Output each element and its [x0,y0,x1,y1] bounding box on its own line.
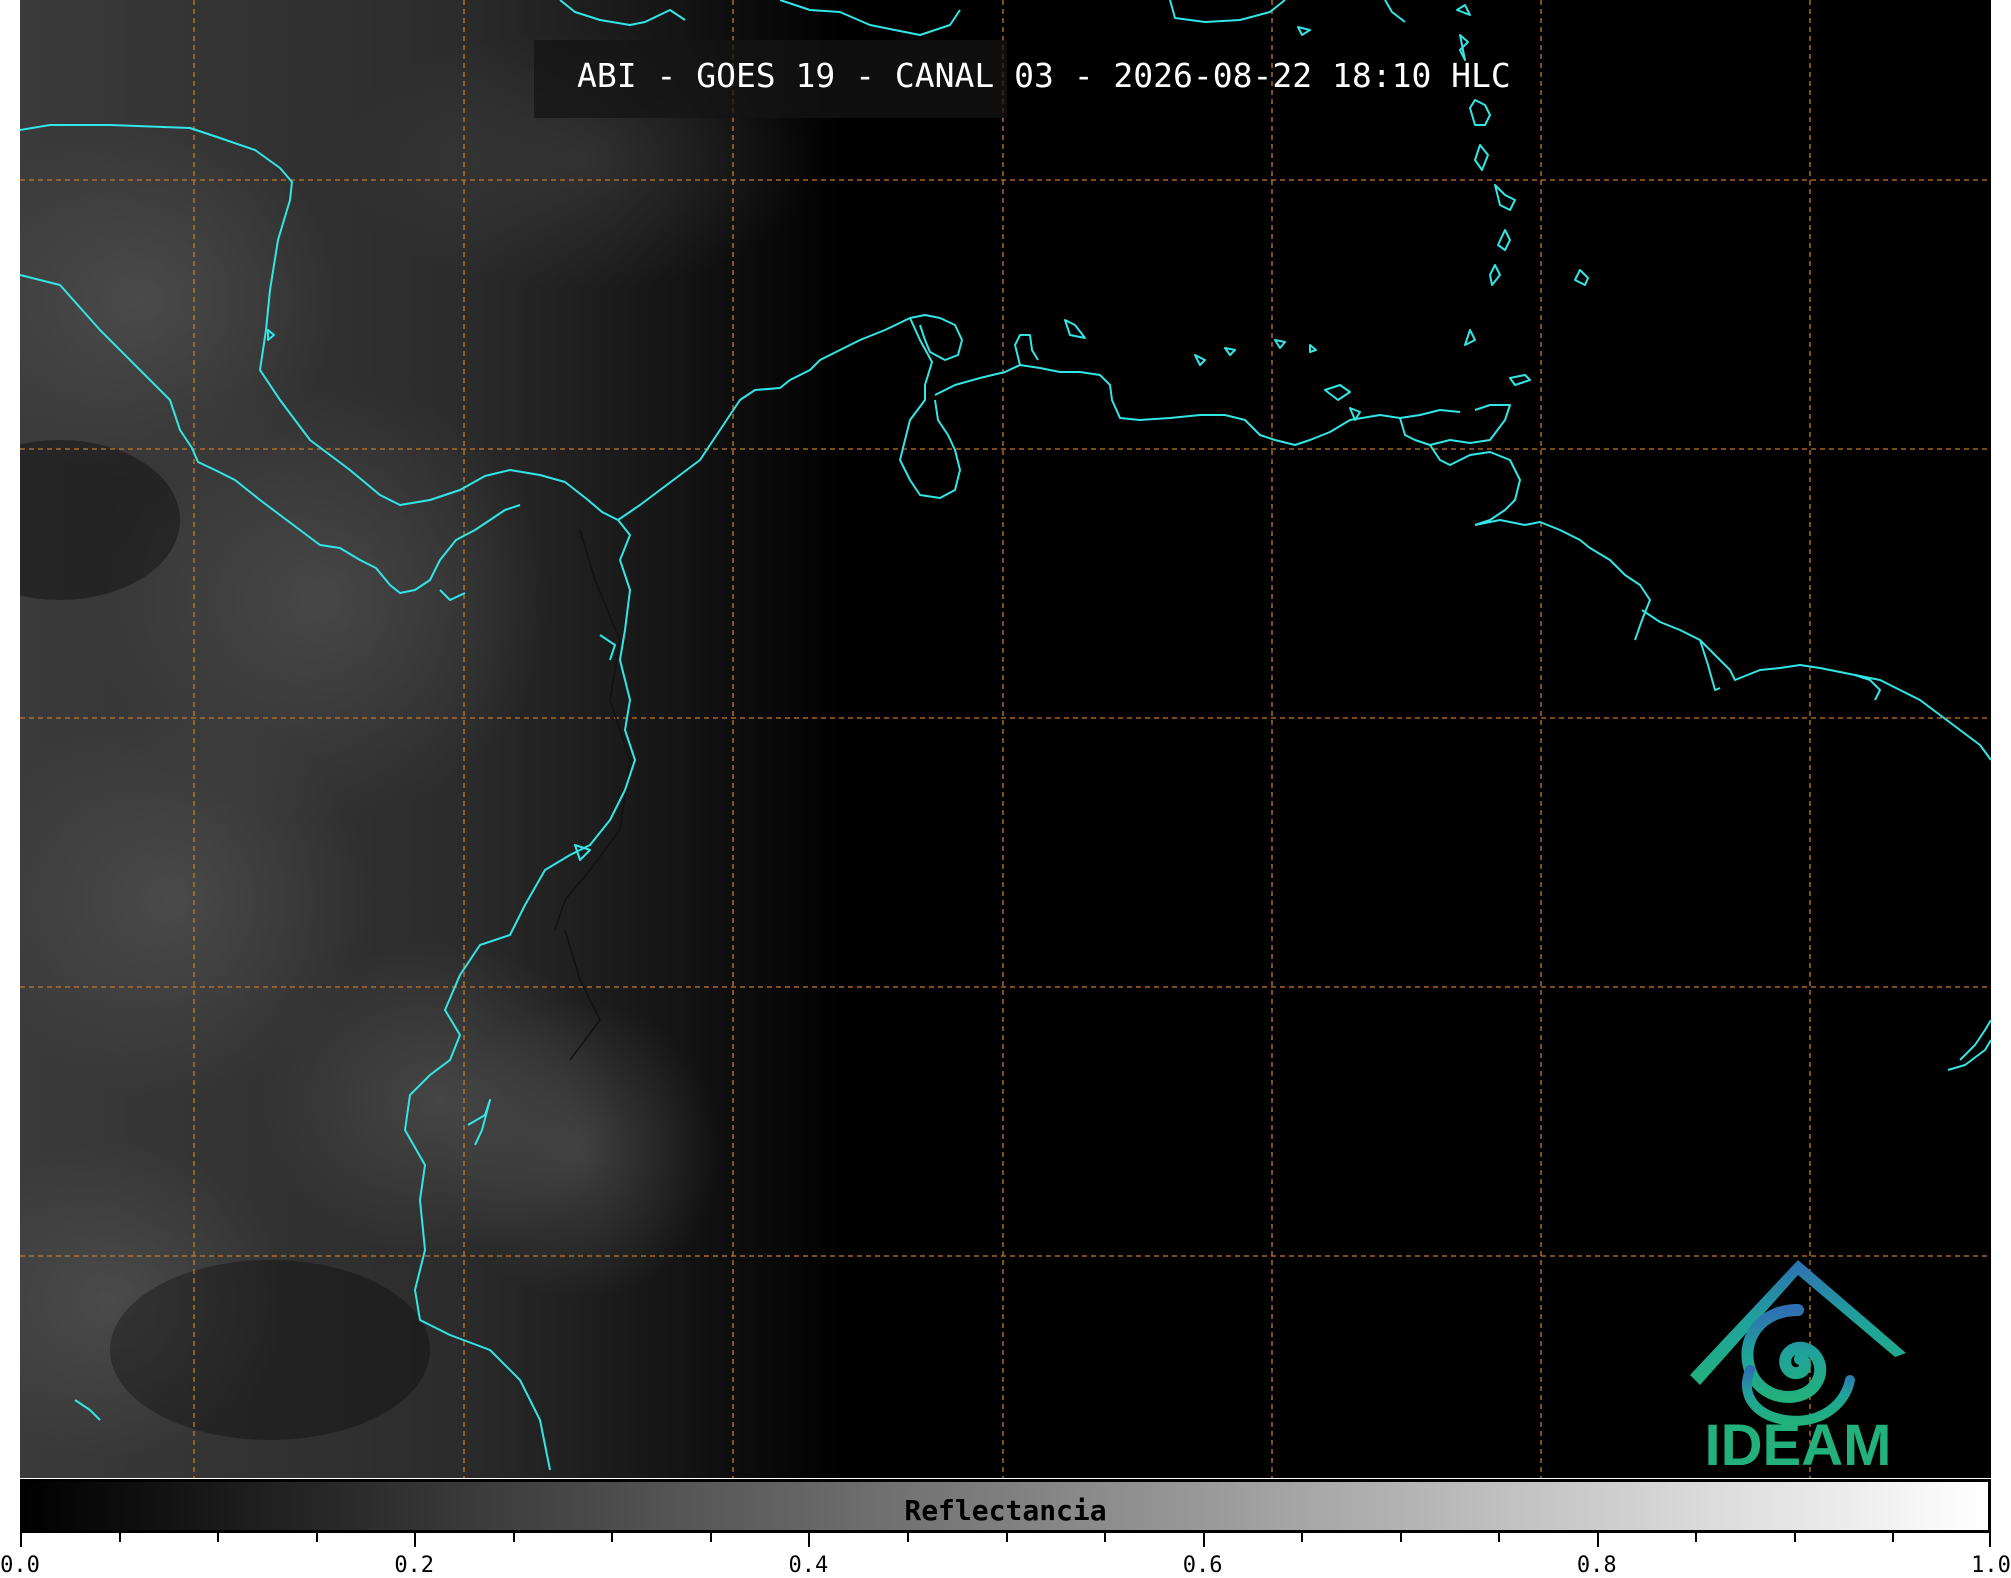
colorbar-minor-tick [611,1533,614,1542]
colorbar-tick-label: 0.2 [394,1553,435,1578]
colorbar-major-tick [414,1533,417,1547]
colorbar-minor-tick [1301,1533,1304,1542]
colorbar-minor-tick [1104,1533,1107,1542]
colorbar-tick-label: 0.6 [1182,1553,1223,1578]
colorbar-major-tick [1202,1533,1205,1547]
satellite-map: ABI - GOES 19 - CANAL 03 - 2026-08-22 18… [20,0,1991,1478]
colorbar-label: Reflectancia [904,1494,1107,1527]
colorbar-tick-label: 1.0 [1971,1553,2011,1578]
colorbar-major-tick [20,1533,22,1547]
colorbar-minor-tick [709,1533,712,1542]
colorbar-minor-tick [118,1533,121,1542]
colorbar-minor-tick [1498,1533,1501,1542]
colorbar-minor-tick [1892,1533,1895,1542]
colorbar-tick-label: 0.8 [1576,1553,1617,1578]
colorbar-minor-tick [512,1533,515,1542]
colorbar-minor-tick [1399,1533,1402,1542]
colorbar-tick-label: 0.0 [0,1553,40,1578]
colorbar-minor-tick [906,1533,909,1542]
colorbar-minor-tick [315,1533,318,1542]
colorbar-minor-tick [1005,1533,1008,1542]
colorbar-major-tick [1596,1533,1599,1547]
colorbar-minor-tick [1793,1533,1796,1542]
colorbar-tick-label: 0.4 [788,1553,829,1578]
colorbar-minor-tick [217,1533,220,1542]
map-title: ABI - GOES 19 - CANAL 03 - 2026-08-22 18… [577,56,1511,95]
colorbar-minor-tick [1695,1533,1698,1542]
colorbar-major-tick [808,1533,811,1547]
ideam-logo-graphic: IDEAM [1690,1260,1906,1470]
colorbar-major-tick [1989,1533,1991,1547]
ideam-logo: IDEAM [1680,1255,1910,1470]
colorbar: Reflectancia [20,1479,1991,1533]
logo-text: IDEAM [1705,1413,1892,1470]
